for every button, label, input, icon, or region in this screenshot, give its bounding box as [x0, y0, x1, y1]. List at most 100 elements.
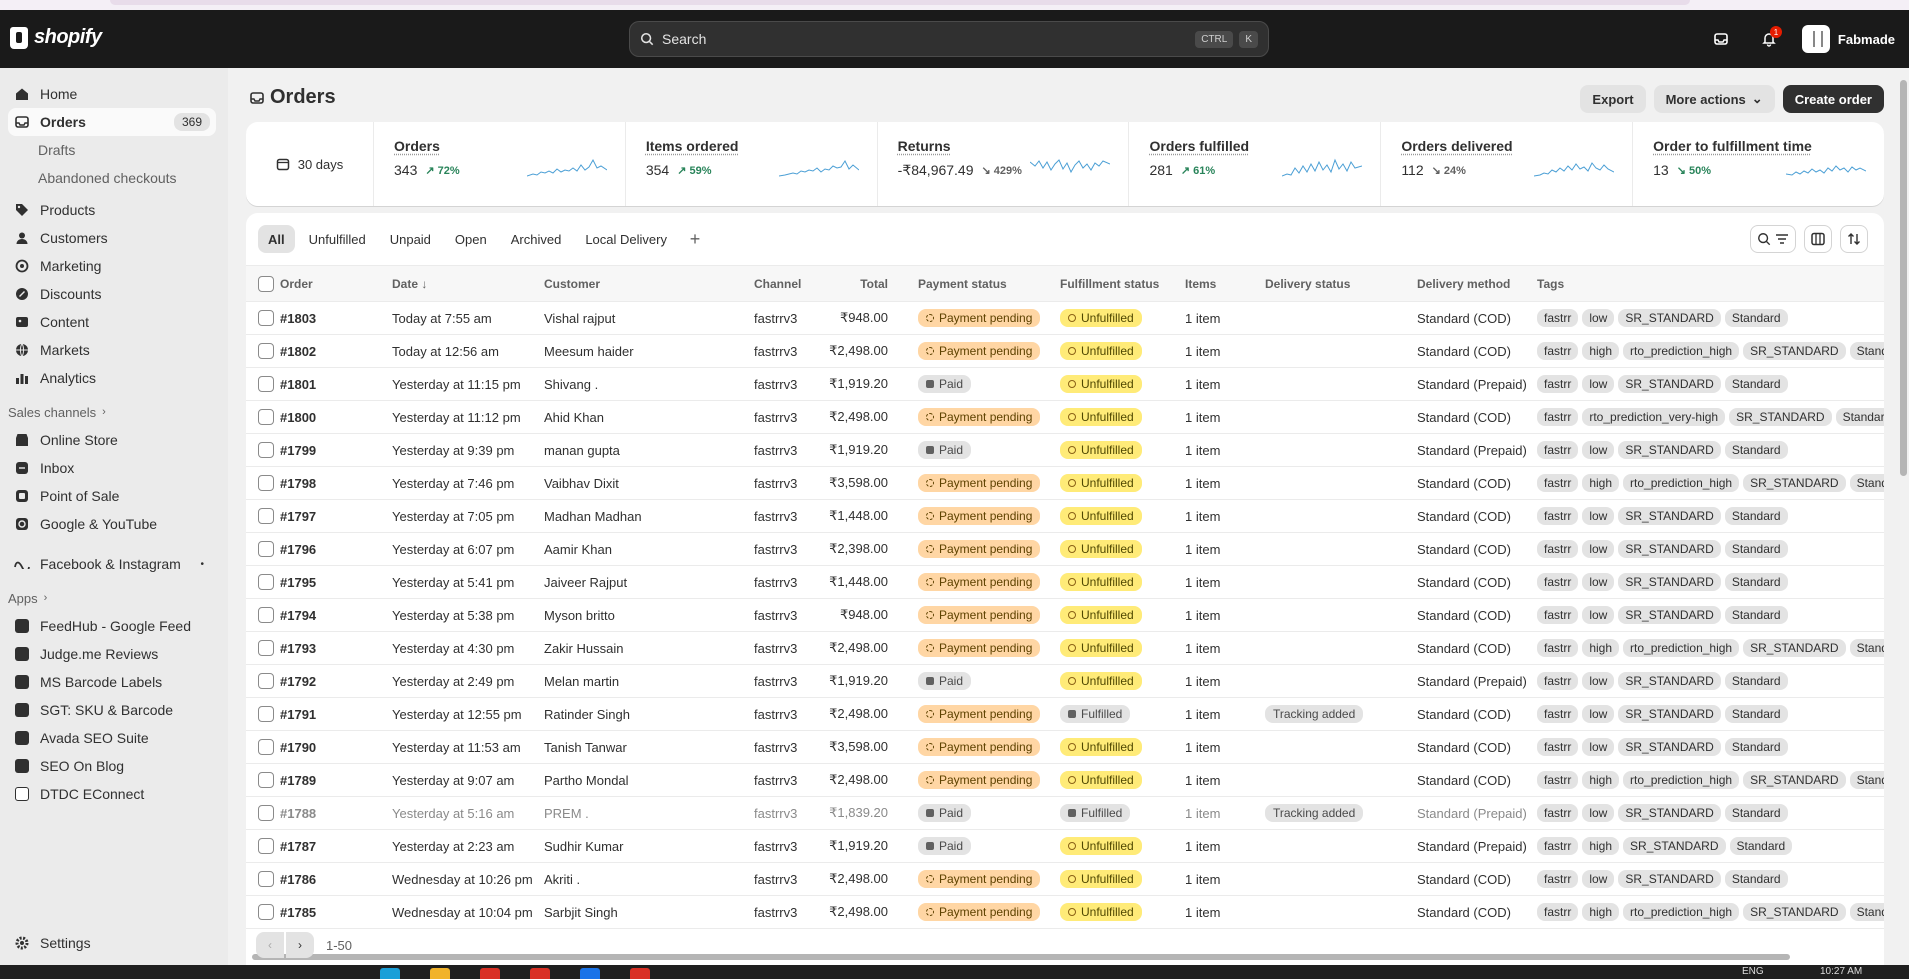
- customer-name[interactable]: Tanish Tanwar: [540, 730, 750, 764]
- items-count[interactable]: 1 item: [1181, 367, 1261, 401]
- customer-name[interactable]: Ratinder Singh: [540, 697, 750, 731]
- customer-name[interactable]: Madhan Madhan: [540, 499, 750, 533]
- sidebar-item-marketing[interactable]: Marketing: [8, 252, 216, 280]
- customer-name[interactable]: Ahid Khan: [540, 400, 750, 434]
- sidebar-item-products[interactable]: Products: [8, 196, 216, 224]
- shopify-logo[interactable]: shopify: [10, 26, 102, 49]
- taskbar-app-icon[interactable]: [580, 968, 600, 979]
- sidebar-app-avada[interactable]: Avada SEO Suite: [8, 724, 216, 752]
- customer-name[interactable]: Vaibhav Dixit: [540, 466, 750, 500]
- row-checkbox[interactable]: [258, 409, 274, 426]
- column-header-customer[interactable]: Customer: [540, 265, 750, 302]
- row-checkbox[interactable]: [258, 343, 274, 360]
- customer-name[interactable]: Meesum haider: [540, 334, 750, 368]
- customer-name[interactable]: Melan martin: [540, 664, 750, 698]
- customer-name[interactable]: Partho Mondal: [540, 763, 750, 797]
- sidebar-item-customers[interactable]: Customers: [8, 224, 216, 252]
- row-checkbox[interactable]: [258, 508, 274, 525]
- next-page-button[interactable]: ›: [286, 932, 314, 958]
- row-checkbox[interactable]: [258, 805, 274, 822]
- items-count[interactable]: 1 item: [1181, 598, 1261, 632]
- sidebar-item-settings[interactable]: Settings: [8, 929, 220, 957]
- row-checkbox[interactable]: [258, 739, 274, 756]
- sidebar-app-seo-blog[interactable]: SEO On Blog: [8, 752, 216, 780]
- column-header-delivery-method[interactable]: Delivery method: [1413, 265, 1533, 302]
- order-number[interactable]: #1802: [276, 334, 388, 368]
- sidebar-item-online-store[interactable]: Online Store: [8, 426, 216, 454]
- add-view-button[interactable]: +: [681, 225, 709, 253]
- taskbar-app-icon[interactable]: [530, 968, 550, 979]
- table-row[interactable]: #1786 Wednesday at 10:26 pm Akriti . fastrr…: [246, 862, 1884, 896]
- order-number[interactable]: #1800: [276, 400, 388, 434]
- tab-local-delivery[interactable]: Local Delivery: [575, 225, 677, 253]
- row-checkbox[interactable]: [258, 607, 274, 624]
- table-row[interactable]: #1803 Today at 7:55 am Vishal rajput fastrr…: [246, 301, 1884, 335]
- sidebar-item-point-of-sale[interactable]: Point of Sale: [8, 482, 216, 510]
- column-header-payment-status[interactable]: Payment status: [914, 265, 1056, 302]
- store-menu[interactable]: Fabmade: [1801, 25, 1895, 53]
- taskbar-language[interactable]: ENG: [1742, 966, 1764, 977]
- taskbar-app-icon[interactable]: [480, 968, 500, 979]
- stat-card-orders-delivered[interactable]: Orders delivered 112 ↘ 24%: [1381, 122, 1634, 206]
- row-checkbox[interactable]: [258, 376, 274, 393]
- horizontal-scrollbar[interactable]: [246, 953, 1884, 961]
- customer-name[interactable]: Myson britto: [540, 598, 750, 632]
- column-header-order[interactable]: Order: [276, 265, 388, 302]
- table-row[interactable]: #1797 Yesterday at 7:05 pm Madhan Madhan fa…: [246, 499, 1884, 533]
- order-number[interactable]: #1786: [276, 862, 388, 896]
- customer-name[interactable]: Zakir Hussain: [540, 631, 750, 665]
- sidebar-app-feedhub[interactable]: FeedHub - Google Feed: [8, 612, 216, 640]
- customer-name[interactable]: Akriti .: [540, 862, 750, 896]
- table-row[interactable]: #1793 Yesterday at 4:30 pm Zakir Hussain fa…: [246, 631, 1884, 665]
- column-header-total[interactable]: Total: [820, 265, 914, 302]
- table-row[interactable]: #1794 Yesterday at 5:38 pm Myson britto fas…: [246, 598, 1884, 632]
- order-number[interactable]: #1797: [276, 499, 388, 533]
- items-count[interactable]: 1 item: [1181, 532, 1261, 566]
- sidebar-app-sgt[interactable]: SGT: SKU & Barcode: [8, 696, 216, 724]
- sidebar-item-facebook-instagram[interactable]: Facebook & Instagram •: [8, 550, 216, 578]
- sidebar-subitem-drafts[interactable]: Drafts: [8, 136, 216, 164]
- sidebar-item-content[interactable]: Content: [8, 308, 216, 336]
- tab-unfulfilled[interactable]: Unfulfilled: [299, 225, 376, 253]
- stat-card-items-ordered[interactable]: Items ordered 354 ↗ 59%: [626, 122, 878, 206]
- sidebar-item-analytics[interactable]: Analytics: [8, 364, 216, 392]
- sidebar-item-markets[interactable]: Markets: [8, 336, 216, 364]
- customer-name[interactable]: manan gupta: [540, 433, 750, 467]
- order-number[interactable]: #1787: [276, 829, 388, 863]
- row-checkbox[interactable]: [258, 442, 274, 459]
- row-checkbox[interactable]: [258, 640, 274, 657]
- apps-header[interactable]: Apps ›: [8, 584, 216, 612]
- table-row[interactable]: #1798 Yesterday at 7:46 pm Vaibhav Dixit fa…: [246, 466, 1884, 500]
- row-checkbox[interactable]: [258, 772, 274, 789]
- stat-card-returns[interactable]: Returns -₹84,967.49 ↘ 429%: [878, 122, 1130, 206]
- items-count[interactable]: 1 item: [1181, 895, 1261, 929]
- customer-name[interactable]: Jaiveer Rajput: [540, 565, 750, 599]
- search-input[interactable]: Search CTRL K: [629, 21, 1269, 57]
- date-range-button[interactable]: 30 days: [246, 122, 374, 206]
- order-number[interactable]: #1801: [276, 367, 388, 401]
- items-count[interactable]: 1 item: [1181, 862, 1261, 896]
- order-number[interactable]: #1785: [276, 895, 388, 929]
- row-checkbox[interactable]: [258, 904, 274, 921]
- order-number[interactable]: #1799: [276, 433, 388, 467]
- order-number[interactable]: #1791: [276, 697, 388, 731]
- items-count[interactable]: 1 item: [1181, 631, 1261, 665]
- select-all-checkbox[interactable]: [258, 275, 274, 292]
- inbox-button[interactable]: [1706, 24, 1736, 54]
- table-row[interactable]: #1785 Wednesday at 10:04 pm Sarbjit Singh f…: [246, 895, 1884, 929]
- customer-name[interactable]: Vishal rajput: [540, 301, 750, 335]
- table-row[interactable]: #1791 Yesterday at 12:55 pm Ratinder Singh…: [246, 697, 1884, 731]
- table-row[interactable]: #1796 Yesterday at 6:07 pm Aamir Khan fastr…: [246, 532, 1884, 566]
- order-number[interactable]: #1796: [276, 532, 388, 566]
- stat-card-fulfillment-time[interactable]: Order to fulfillment time 13 ↘ 50%: [1633, 122, 1884, 206]
- column-header-tags[interactable]: Tags: [1533, 265, 1884, 302]
- sidebar-item-home[interactable]: Home: [8, 80, 216, 108]
- table-row[interactable]: #1799 Yesterday at 9:39 pm manan gupta fast…: [246, 433, 1884, 467]
- column-header-fulfillment-status[interactable]: Fulfillment status: [1056, 265, 1181, 302]
- row-checkbox[interactable]: [258, 310, 274, 327]
- customer-name[interactable]: PREM .: [540, 796, 750, 830]
- order-number[interactable]: #1788: [276, 796, 388, 830]
- row-checkbox[interactable]: [258, 673, 274, 690]
- row-checkbox[interactable]: [258, 838, 274, 855]
- column-header-channel[interactable]: Channel: [750, 265, 820, 302]
